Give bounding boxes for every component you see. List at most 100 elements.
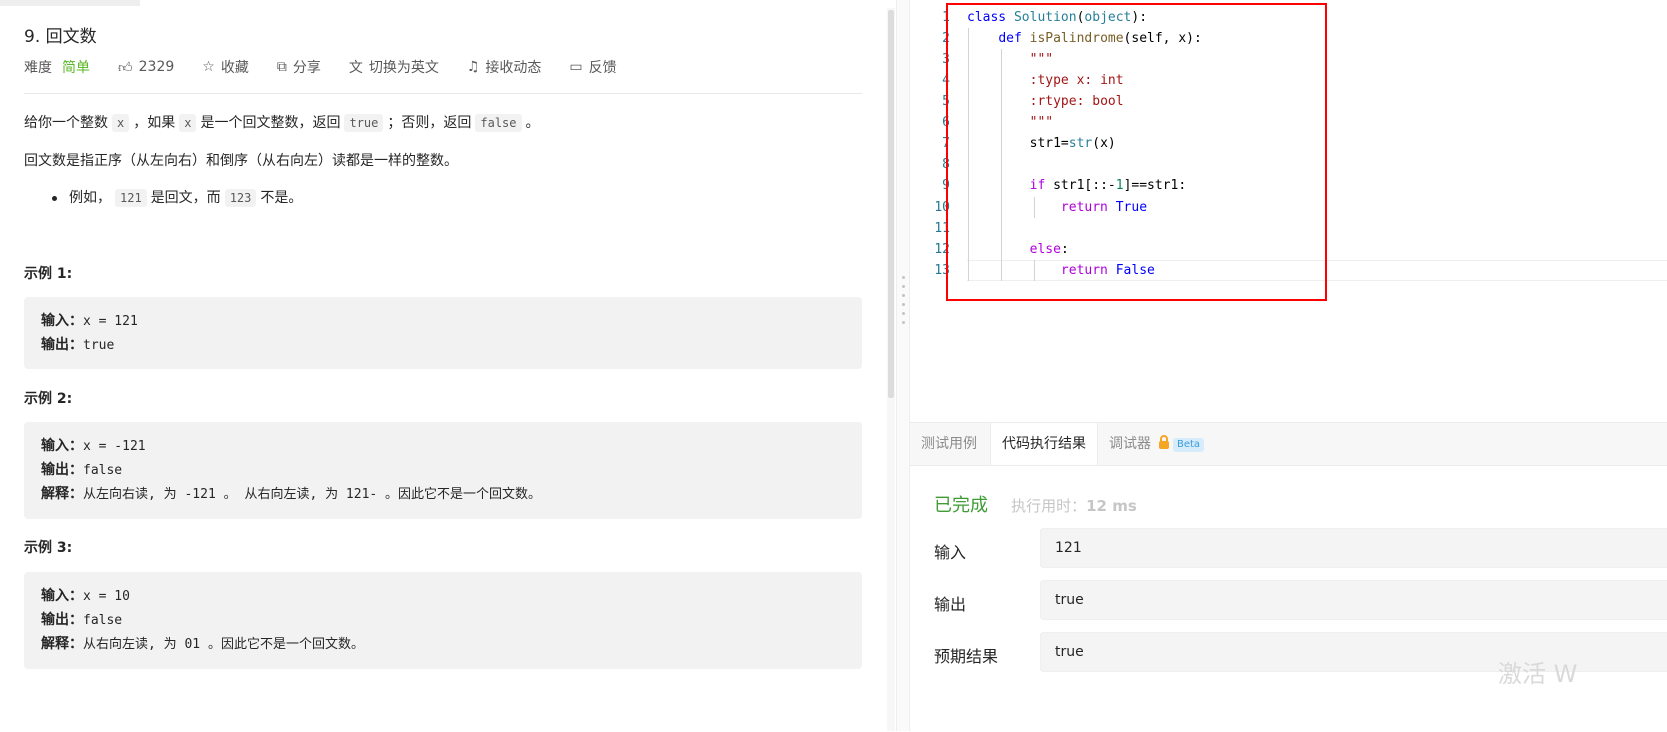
- difficulty-label: 难度: [24, 60, 52, 76]
- code-line-3: """: [1029, 52, 1054, 67]
- run-status: 已完成: [934, 495, 988, 516]
- example-2-box: 输入：x = -121 输出：false 解释：从左向右读, 为 -121 。 …: [24, 422, 862, 519]
- example-2-title: 示例 2:: [24, 391, 73, 407]
- line-number: 12: [934, 242, 950, 257]
- line-number: 7: [942, 136, 950, 151]
- desc-text: ，如果: [133, 115, 176, 131]
- inline-code: x: [179, 114, 197, 132]
- line-number: 9: [942, 178, 950, 193]
- share-label: 分享: [292, 60, 321, 76]
- problem-scrollbar-thumb[interactable]: [888, 10, 894, 398]
- input-value-box: 121: [1040, 528, 1667, 568]
- desc-text: 是一个回文整数，返回: [200, 115, 341, 131]
- line-number: 11: [934, 221, 950, 236]
- switch-language-button[interactable]: 文 切换为英文: [349, 57, 439, 77]
- code-line-5: :rtype: bool: [1029, 94, 1124, 109]
- translate-icon: 文: [348, 60, 363, 76]
- divider: [24, 93, 862, 94]
- inline-code: false: [475, 114, 522, 132]
- grip-dot: [902, 303, 905, 306]
- code-line-13: return False: [1060, 263, 1155, 278]
- favorite-label: 收藏: [220, 60, 249, 76]
- beta-badge: Beta: [1173, 438, 1205, 452]
- example-input-line: 输入：x = 10: [41, 588, 130, 604]
- like-button[interactable]: 👍︎ 2329: [118, 59, 174, 76]
- grip-dot: [902, 294, 905, 297]
- example-explain-line: 解释：从左向右读, 为 -121 。 从右向左读, 为 121- 。因此它不是一…: [41, 486, 542, 502]
- line-number: 3: [942, 52, 950, 67]
- code-editor[interactable]: 1 2 3 4 5 6 7 8 9 10 11 12 13 class Solu…: [910, 0, 1667, 422]
- code-line-1: class Solution(object):: [967, 10, 1148, 25]
- code-line-7: str1=str(x): [1029, 136, 1116, 151]
- tab-run-result[interactable]: 代码执行结果: [990, 423, 1098, 465]
- inline-code: 121: [115, 189, 147, 207]
- share-icon: ⧉: [276, 59, 287, 75]
- inline-code: x: [112, 114, 130, 132]
- share-button[interactable]: ⧉ 分享: [277, 57, 321, 77]
- thumbs-up-icon: 👍︎: [118, 59, 133, 76]
- tab-testcases[interactable]: 测试用例: [910, 423, 988, 465]
- expected-label: 预期结果: [934, 647, 999, 666]
- problem-panel: 9. 回文数 难度 简单 👍︎ 2329 ☆ 收藏 ⧉ 分享 文 切换为英文 ♫…: [0, 0, 885, 731]
- example-output-line: 输出：false: [41, 612, 123, 628]
- exec-time: 执行用时：12 ms: [1011, 497, 1137, 515]
- input-label: 输入: [934, 543, 967, 562]
- bullet-dot: [52, 195, 57, 201]
- example-explain-line: 解释：从右向左读, 为 01 。因此它不是一个回文数。: [41, 636, 364, 652]
- grip-dot: [902, 276, 905, 279]
- grip-dot: [902, 285, 905, 288]
- line-number: 4: [942, 73, 950, 88]
- notify-button[interactable]: ♫ 接收动态: [467, 57, 542, 77]
- feedback-button[interactable]: ▭ 反馈: [569, 57, 616, 77]
- output-value-box: true: [1040, 580, 1667, 620]
- switch-language-label: 切换为英文: [368, 60, 439, 76]
- code-line-2: def isPalindrome(self, x):: [998, 31, 1202, 46]
- line-number: 13: [934, 263, 950, 278]
- like-count: 2329: [138, 59, 175, 75]
- bell-icon: ♫: [466, 59, 480, 75]
- bullet-text: 不是。: [260, 190, 303, 206]
- notify-label: 接收动态: [485, 60, 542, 76]
- grip-dot: [902, 312, 905, 315]
- activation-watermark: 激活 W: [1498, 660, 1578, 688]
- bullet-text: 是回文，而: [150, 190, 221, 206]
- example-1-title: 示例 1:: [24, 266, 73, 282]
- problem-title: 9. 回文数: [24, 27, 97, 47]
- example-input-line: 输入：x = 121: [41, 313, 138, 329]
- top-tab-strip: [0, 0, 140, 6]
- desc-text: 给你一个整数: [24, 115, 108, 131]
- panel-splitter-handle[interactable]: [896, 0, 910, 731]
- feedback-icon: ▭: [569, 59, 583, 75]
- line-number: 5: [942, 94, 950, 109]
- example-input-line: 输入：x = -121: [41, 438, 146, 454]
- code-line-9: if str1[::-1]==str1:: [1029, 178, 1187, 193]
- lock-icon: [1159, 435, 1169, 449]
- desc-text: ；否则，返回: [387, 115, 472, 131]
- example-3-title: 示例 3:: [24, 540, 73, 556]
- star-icon: ☆: [202, 59, 215, 75]
- code-line-6: """: [1029, 115, 1054, 130]
- bullet-text: 例如，: [69, 190, 111, 206]
- problem-meta-row: 难度 简单 👍︎ 2329 ☆ 收藏 ⧉ 分享 文 切换为英文 ♫ 接收动态 ▭: [24, 56, 617, 78]
- line-number: 8: [942, 157, 950, 172]
- output-label: 输出: [934, 595, 967, 614]
- example-3-box: 输入：x = 10 输出：false 解释：从右向左读, 为 01 。因此它不是…: [24, 572, 862, 669]
- inline-code: true: [344, 114, 384, 132]
- example-1-box: 输入：x = 121 输出：true: [24, 297, 862, 369]
- line-number: 10: [934, 200, 950, 215]
- run-status-row: 已完成 执行用时：12 ms: [934, 491, 1137, 517]
- example-output-line: 输出：true: [41, 337, 115, 353]
- console-tab-bar: 测试用例 代码执行结果 调试器 Beta: [910, 423, 1667, 466]
- desc-text: 。: [525, 115, 540, 131]
- code-line-10: return True: [1060, 200, 1148, 215]
- difficulty-value: 简单: [62, 60, 90, 76]
- grip-dot: [902, 321, 905, 324]
- inline-code: 123: [224, 189, 257, 207]
- description-paragraph-2: 回文数是指正序（从左向右）和倒序（从右向左）读都是一样的整数。: [24, 153, 458, 169]
- example-output-line: 输出：false: [41, 462, 123, 478]
- favorite-button[interactable]: ☆ 收藏: [202, 57, 249, 77]
- example-bullet: 例如， 121 是回文，而 123 不是。: [52, 187, 302, 207]
- description-paragraph-1: 给你一个整数 x ，如果 x 是一个回文整数，返回 true ；否则，返回 false。: [24, 112, 540, 132]
- tab-debugger[interactable]: 调试器 Beta: [1098, 423, 1215, 465]
- line-number: 2: [942, 31, 950, 46]
